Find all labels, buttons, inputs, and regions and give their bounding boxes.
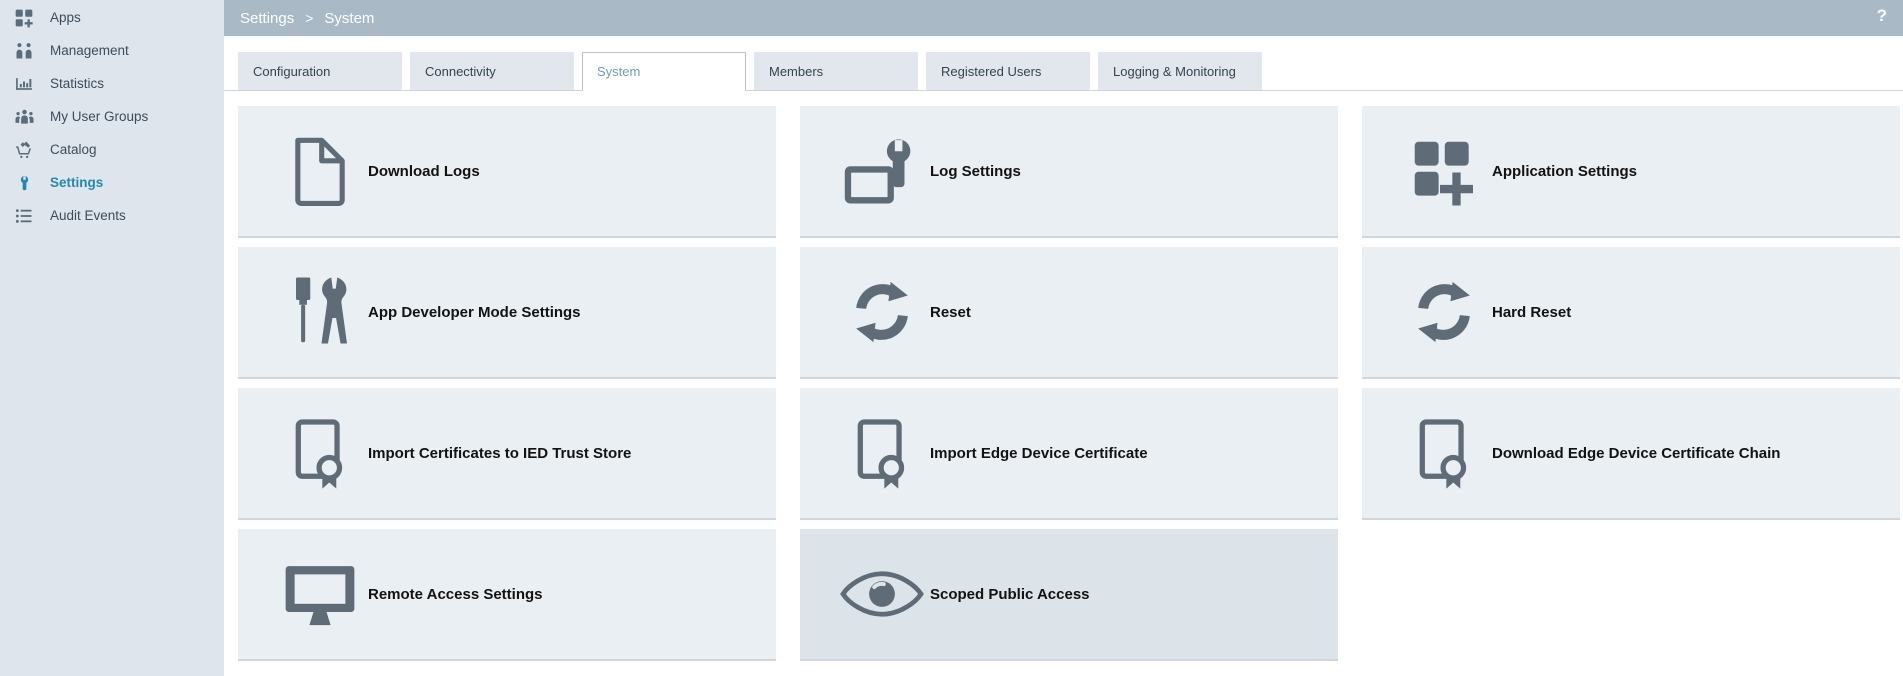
list-icon <box>12 205 36 227</box>
card-import-edge-device-certificate[interactable]: Import Edge Device Certificate <box>800 388 1338 520</box>
card-label: Import Edge Device Certificate <box>930 444 1148 462</box>
eye-icon <box>838 546 926 642</box>
sidebar-item-catalog[interactable]: Catalog <box>0 133 224 166</box>
sidebar-item-label: Catalog <box>50 142 97 157</box>
certificate-icon <box>276 405 364 501</box>
breadcrumb-bar: Settings > System ? <box>224 0 1903 36</box>
card-import-certificates-ied-trust-store[interactable]: Import Certificates to IED Trust Store <box>238 388 776 520</box>
tools-icon <box>276 264 364 360</box>
sidebar-item-label: Settings <box>50 175 104 190</box>
sidebar-item-my-user-groups[interactable]: My User Groups <box>0 100 224 133</box>
tab-registered-users[interactable]: Registered Users <box>926 52 1090 90</box>
help-icon[interactable]: ? <box>1877 6 1887 26</box>
sidebar-item-apps[interactable]: Apps <box>0 1 224 34</box>
card-remote-access-settings[interactable]: Remote Access Settings <box>238 529 776 661</box>
card-label: Application Settings <box>1492 162 1638 180</box>
app-window: Apps Management Statistics My User Group… <box>0 0 1903 676</box>
tab-system[interactable]: System <box>582 52 746 91</box>
statistics-icon <box>12 73 36 95</box>
card-label: Log Settings <box>930 162 1021 180</box>
sidebar-item-label: Apps <box>50 10 81 25</box>
apps-icon <box>12 7 36 29</box>
card-download-logs[interactable]: Download Logs <box>238 106 776 238</box>
tab-label: Members <box>769 64 824 79</box>
card-scoped-public-access[interactable]: Scoped Public Access <box>800 529 1338 661</box>
card-label: Reset <box>930 303 971 321</box>
apps-plus-icon <box>1400 123 1488 219</box>
reset-icon <box>838 264 926 360</box>
card-reset[interactable]: Reset <box>800 247 1338 379</box>
catalog-icon <box>12 139 36 161</box>
sidebar-item-label: Statistics <box>50 76 105 91</box>
user-groups-icon <box>12 106 36 128</box>
sidebar-item-label: My User Groups <box>50 109 149 124</box>
breadcrumb-separator-icon: > <box>305 10 314 26</box>
tab-members[interactable]: Members <box>754 52 918 90</box>
tab-label: Configuration <box>253 64 331 79</box>
card-label: Download Logs <box>368 162 480 180</box>
certificate-icon <box>1400 405 1488 501</box>
sidebar-item-settings[interactable]: Settings <box>0 166 224 199</box>
wrench-icon <box>12 172 36 194</box>
breadcrumb-system: System <box>324 9 375 27</box>
tab-bar: Configuration Connectivity System Member… <box>224 52 1903 91</box>
reset-icon <box>1400 264 1488 360</box>
sidebar: Apps Management Statistics My User Group… <box>0 0 224 676</box>
card-hard-reset[interactable]: Hard Reset <box>1362 247 1900 379</box>
settings-card-grid: Download Logs Log Settings Application S… <box>238 106 1900 661</box>
tab-connectivity[interactable]: Connectivity <box>410 52 574 90</box>
card-download-edge-device-certificate-chain[interactable]: Download Edge Device Certificate Chain <box>1362 388 1900 520</box>
breadcrumb-settings[interactable]: Settings <box>240 10 294 27</box>
sidebar-item-statistics[interactable]: Statistics <box>0 67 224 100</box>
screen-wrench-icon <box>838 123 926 219</box>
card-app-developer-mode-settings[interactable]: App Developer Mode Settings <box>238 247 776 379</box>
management-icon <box>12 40 36 62</box>
monitor-icon <box>276 546 364 642</box>
tab-logging-monitoring[interactable]: Logging & Monitoring <box>1098 52 1262 90</box>
card-label: Hard Reset <box>1492 303 1572 321</box>
tab-configuration[interactable]: Configuration <box>238 52 402 90</box>
main-area: Settings > System ? Configuration Connec… <box>224 0 1903 676</box>
sidebar-item-label: Audit Events <box>50 208 126 223</box>
card-application-settings[interactable]: Application Settings <box>1362 106 1900 238</box>
card-label: Scoped Public Access <box>930 585 1090 603</box>
card-label: App Developer Mode Settings <box>368 303 581 321</box>
card-label: Download Edge Device Certificate Chain <box>1492 444 1781 462</box>
sidebar-item-label: Management <box>50 43 129 58</box>
tab-label: Registered Users <box>941 64 1042 79</box>
document-icon <box>276 123 364 219</box>
tab-label: Connectivity <box>425 64 496 79</box>
certificate-icon <box>838 405 926 501</box>
card-log-settings[interactable]: Log Settings <box>800 106 1338 238</box>
tab-label: System <box>597 64 641 79</box>
card-label: Import Certificates to IED Trust Store <box>368 444 632 462</box>
card-label: Remote Access Settings <box>368 585 543 603</box>
tab-label: Logging & Monitoring <box>1113 64 1236 79</box>
sidebar-item-management[interactable]: Management <box>0 34 224 67</box>
sidebar-item-audit-events[interactable]: Audit Events <box>0 199 224 232</box>
